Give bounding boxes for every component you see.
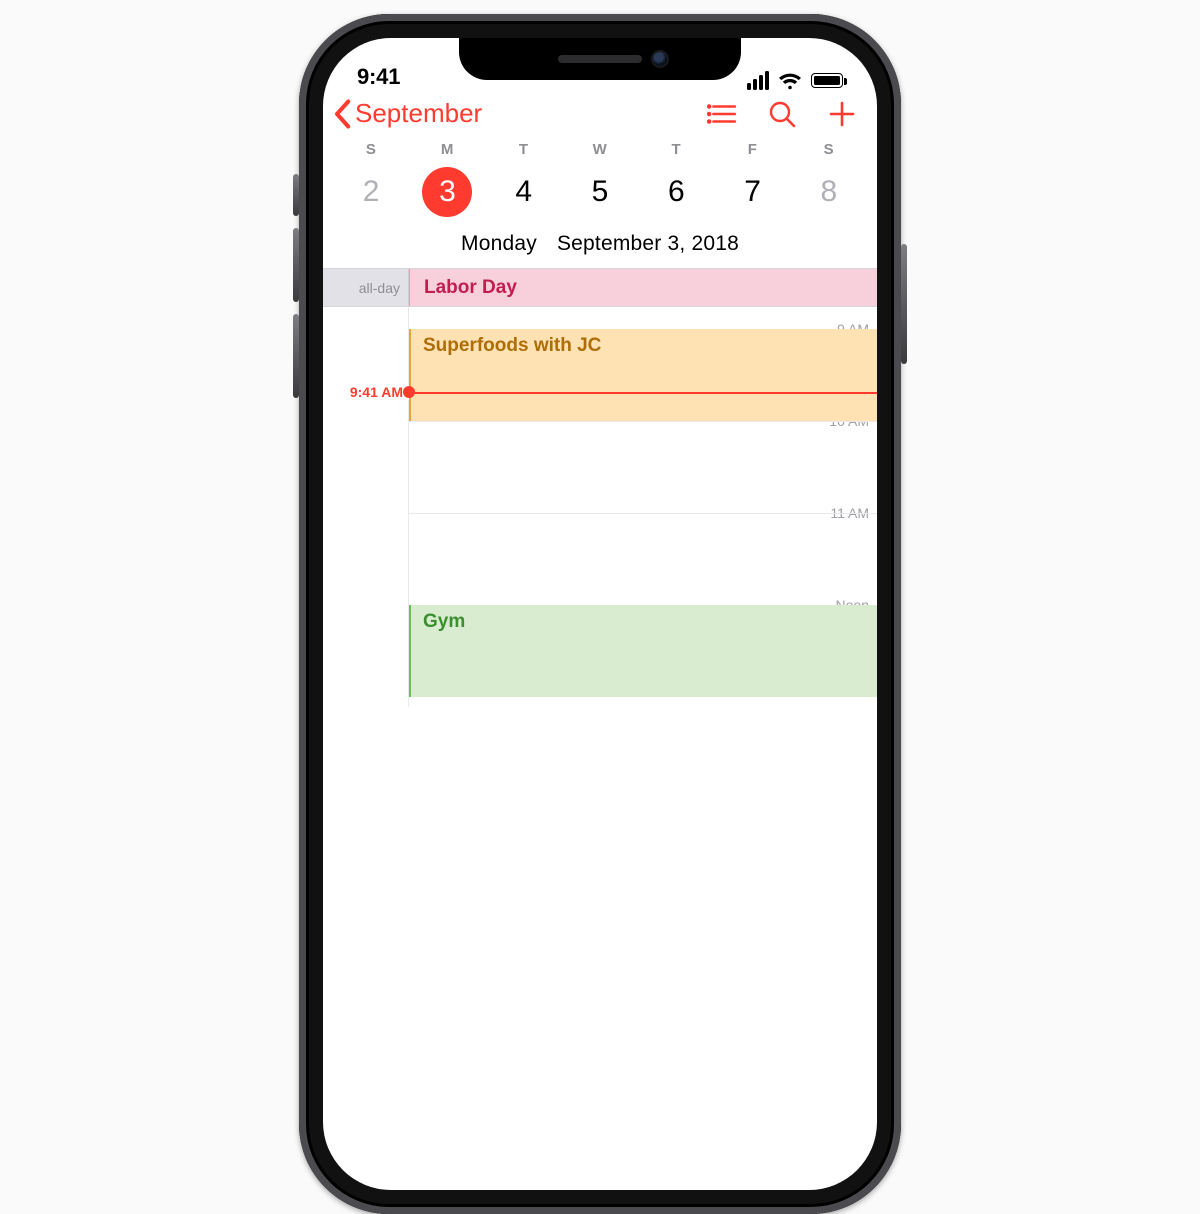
mute-switch[interactable] <box>293 174 299 216</box>
date-6[interactable]: 6 <box>638 162 714 222</box>
wifi-icon <box>778 72 802 90</box>
all-day-event-labor-day[interactable]: Labor Day <box>409 269 877 306</box>
timeline[interactable]: 9 AM 10 AM 11 AM Noon Superfoods with JC… <box>323 307 877 707</box>
dow-tue: T <box>486 141 562 162</box>
search-button[interactable] <box>767 99 797 129</box>
all-day-row: all-day Labor Day <box>323 269 877 307</box>
date-3[interactable]: 3 <box>409 162 485 222</box>
list-icon <box>707 102 737 126</box>
time-gutter <box>323 307 409 707</box>
date-heading: Monday September 3, 2018 <box>323 230 877 269</box>
plus-icon <box>828 100 856 128</box>
date-heading-full: September 3, 2018 <box>557 232 739 255</box>
phone-frame: 9:41 September <box>299 14 901 1214</box>
event-gym[interactable]: Gym <box>409 605 877 697</box>
hour-line <box>409 421 877 422</box>
hour-line <box>409 513 877 514</box>
date-2[interactable]: 2 <box>333 162 409 222</box>
event-superfoods[interactable]: Superfoods with JC <box>409 329 877 421</box>
all-day-label: all-day <box>323 269 409 306</box>
dow-wed: W <box>562 141 638 162</box>
back-button[interactable]: September <box>331 98 482 129</box>
date-7[interactable]: 7 <box>714 162 790 222</box>
status-icons <box>747 71 843 90</box>
chevron-left-icon <box>331 99 353 129</box>
nav-bar: September <box>323 92 877 131</box>
date-8[interactable]: 8 <box>791 162 867 222</box>
dow-mon: M <box>409 141 485 162</box>
date-4[interactable]: 4 <box>486 162 562 222</box>
dow-sun: S <box>333 141 409 162</box>
dow-fri: F <box>714 141 790 162</box>
week-day-labels: S M T W T F S <box>323 131 877 162</box>
week-dates: 2 3 4 5 6 7 8 <box>323 162 877 230</box>
add-event-button[interactable] <box>827 99 857 129</box>
screen: 9:41 September <box>323 38 877 1190</box>
front-camera <box>653 52 667 66</box>
notch <box>459 38 741 80</box>
cellular-icon <box>747 71 769 90</box>
now-dot-icon <box>403 386 415 398</box>
volume-down-button[interactable] <box>293 314 299 398</box>
date-heading-weekday: Monday <box>461 232 537 255</box>
dow-sat: S <box>791 141 867 162</box>
back-label: September <box>355 98 482 129</box>
date-5[interactable]: 5 <box>562 162 638 222</box>
list-view-button[interactable] <box>707 99 737 129</box>
status-time: 9:41 <box>357 64 400 90</box>
now-line <box>409 392 877 394</box>
search-icon <box>768 100 796 128</box>
power-button[interactable] <box>901 244 907 364</box>
battery-icon <box>811 73 843 88</box>
volume-up-button[interactable] <box>293 228 299 302</box>
now-time-label: 9:41 AM <box>329 384 409 400</box>
speaker-grill <box>558 55 642 63</box>
dow-thu: T <box>638 141 714 162</box>
